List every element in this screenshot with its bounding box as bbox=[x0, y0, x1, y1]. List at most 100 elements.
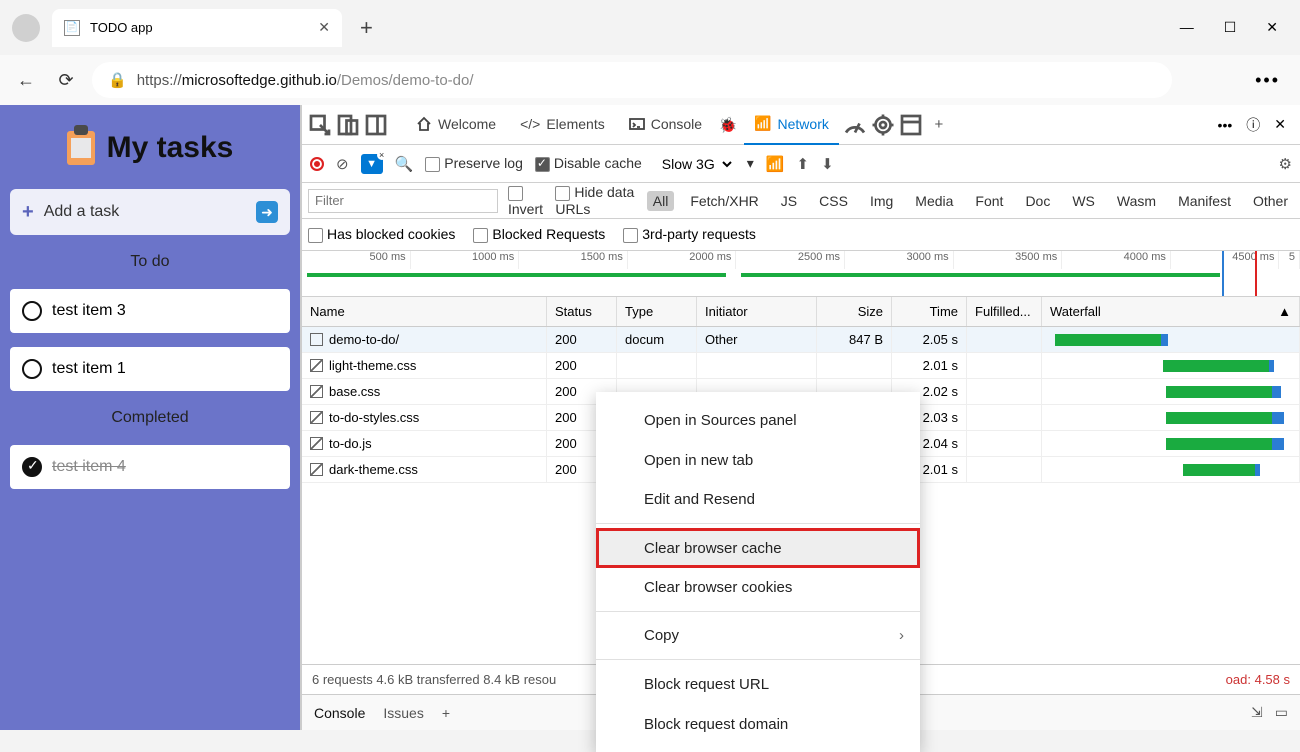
third-party-checkbox[interactable]: 3rd-party requests bbox=[623, 226, 756, 243]
drawer-add-tab-icon[interactable]: + bbox=[442, 705, 450, 721]
disable-cache-checkbox[interactable]: Disable cache bbox=[535, 155, 642, 172]
filter-type[interactable]: CSS bbox=[813, 191, 854, 211]
task-item[interactable]: test item 1 bbox=[10, 347, 290, 391]
task-checkbox-icon[interactable] bbox=[22, 359, 42, 379]
throttle-dropdown-icon[interactable]: ▾ bbox=[747, 155, 754, 172]
drawer-dock-icon[interactable]: ⇲ bbox=[1251, 704, 1263, 721]
add-task-input[interactable]: + Add a task ➜ bbox=[10, 189, 290, 235]
import-har-icon[interactable]: ⬆ bbox=[797, 155, 810, 173]
drawer-expand-icon[interactable]: ▭ bbox=[1275, 704, 1288, 721]
filter-type[interactable]: Img bbox=[864, 191, 899, 211]
network-request-row[interactable]: demo-to-do/200documOther847 B2.05 s bbox=[302, 327, 1300, 353]
filter-type[interactable]: Font bbox=[969, 191, 1009, 211]
context-menu-item[interactable]: Open in Sources panel bbox=[596, 400, 920, 440]
filter-type[interactable]: Doc bbox=[1019, 191, 1056, 211]
col-status[interactable]: Status bbox=[547, 297, 617, 326]
help-icon[interactable]: ⓘ bbox=[1246, 115, 1260, 135]
network-toolbar: ⊘ ▼ 🔍 Preserve log Disable cache Slow 3G… bbox=[302, 145, 1300, 183]
context-menu-item[interactable]: Open in new tab bbox=[596, 440, 920, 480]
application-icon[interactable] bbox=[899, 113, 923, 137]
todo-app-panel: My tasks + Add a task ➜ To do test item … bbox=[0, 105, 300, 730]
lock-icon: 🔒 bbox=[108, 71, 127, 89]
context-menu-item[interactable]: Clear browser cache bbox=[596, 528, 920, 568]
filter-type[interactable]: Other bbox=[1247, 191, 1294, 211]
address-bar[interactable]: 🔒 https://microsoftedge.github.io/Demos/… bbox=[92, 62, 1172, 98]
preserve-log-checkbox[interactable]: Preserve log bbox=[425, 155, 523, 172]
col-initiator[interactable]: Initiator bbox=[697, 297, 817, 326]
page-favicon-icon: 📄 bbox=[64, 20, 80, 36]
filter-type-all[interactable]: All bbox=[647, 191, 675, 211]
more-options-icon[interactable]: ••• bbox=[1218, 117, 1233, 133]
network-timeline-overview[interactable]: 500 ms 1000 ms 1500 ms 2000 ms 2500 ms 3… bbox=[302, 251, 1300, 297]
browser-tab[interactable]: 📄 TODO app ✕ bbox=[52, 9, 342, 47]
col-size[interactable]: Size bbox=[817, 297, 892, 326]
drawer-tab-console[interactable]: Console bbox=[314, 705, 365, 721]
record-button[interactable] bbox=[310, 157, 324, 171]
network-request-row[interactable]: light-theme.css2002.01 s bbox=[302, 353, 1300, 379]
request-status: 200 bbox=[547, 327, 617, 352]
col-type[interactable]: Type bbox=[617, 297, 697, 326]
bug-icon[interactable]: 🐞 bbox=[716, 113, 740, 137]
network-conditions-icon[interactable]: 📶 bbox=[766, 155, 785, 173]
refresh-button[interactable]: ⟳ bbox=[52, 70, 80, 91]
hide-data-urls-checkbox[interactable]: Hide data URLs bbox=[555, 184, 636, 217]
task-checkbox-done-icon[interactable] bbox=[22, 457, 42, 477]
tab-console[interactable]: Console bbox=[619, 105, 712, 145]
context-menu-item[interactable]: Block request domain bbox=[596, 704, 920, 744]
clear-log-icon[interactable]: ⊘ bbox=[336, 155, 349, 173]
tab-network[interactable]: 📶Network bbox=[744, 105, 839, 145]
filter-input[interactable] bbox=[308, 189, 498, 213]
performance-icon[interactable] bbox=[843, 113, 867, 137]
more-tabs-icon[interactable]: + bbox=[927, 113, 951, 137]
col-fulfilled[interactable]: Fulfilled... bbox=[967, 297, 1042, 326]
network-options-bar: Has blocked cookies Blocked Requests 3rd… bbox=[302, 219, 1300, 251]
back-button[interactable]: ← bbox=[12, 70, 40, 91]
task-text: test item 3 bbox=[52, 302, 126, 320]
waterfall-cell bbox=[1042, 353, 1300, 378]
col-name[interactable]: Name bbox=[302, 297, 547, 326]
request-name: demo-to-do/ bbox=[329, 332, 399, 347]
close-devtools-icon[interactable]: ✕ bbox=[1274, 116, 1286, 133]
blocked-requests-checkbox[interactable]: Blocked Requests bbox=[473, 226, 605, 243]
context-menu-item[interactable]: Block request URL bbox=[596, 664, 920, 704]
filter-type[interactable]: Fetch/XHR bbox=[684, 191, 764, 211]
task-item-completed[interactable]: test item 4 bbox=[10, 445, 290, 489]
invert-checkbox[interactable]: Invert bbox=[508, 184, 545, 217]
tab-elements[interactable]: </>Elements bbox=[510, 105, 615, 145]
todo-section-label: To do bbox=[10, 249, 290, 275]
task-checkbox-icon[interactable] bbox=[22, 301, 42, 321]
drawer-tab-issues[interactable]: Issues bbox=[383, 705, 423, 721]
window-controls: — ☐ ✕ bbox=[1180, 19, 1292, 36]
filter-type[interactable]: Wasm bbox=[1111, 191, 1162, 211]
submit-arrow-icon[interactable]: ➜ bbox=[256, 201, 278, 223]
context-menu-item[interactable]: Copy› bbox=[596, 616, 920, 660]
close-tab-icon[interactable]: ✕ bbox=[318, 19, 330, 36]
filter-type[interactable]: Manifest bbox=[1172, 191, 1237, 211]
context-menu-item[interactable]: Edit and Resend bbox=[596, 480, 920, 524]
filter-type[interactable]: WS bbox=[1066, 191, 1101, 211]
close-window-icon[interactable]: ✕ bbox=[1266, 19, 1278, 36]
col-waterfall[interactable]: Waterfall▲ bbox=[1042, 297, 1300, 326]
col-time[interactable]: Time bbox=[892, 297, 967, 326]
filter-toggle-icon[interactable]: ▼ bbox=[361, 154, 383, 174]
export-har-icon[interactable]: ⬇ bbox=[821, 155, 834, 173]
dock-side-icon[interactable] bbox=[364, 113, 388, 137]
device-emulation-icon[interactable] bbox=[336, 113, 360, 137]
filter-type[interactable]: JS bbox=[775, 191, 803, 211]
filter-type[interactable]: Media bbox=[909, 191, 959, 211]
tab-welcome[interactable]: Welcome bbox=[406, 105, 506, 145]
blocked-cookies-checkbox[interactable]: Has blocked cookies bbox=[308, 226, 455, 243]
maximize-icon[interactable]: ☐ bbox=[1224, 19, 1237, 36]
context-menu-item[interactable]: Clear browser cookies bbox=[596, 568, 920, 612]
minimize-icon[interactable]: — bbox=[1180, 19, 1194, 36]
new-tab-button[interactable]: + bbox=[360, 15, 373, 41]
task-item[interactable]: test item 3 bbox=[10, 289, 290, 333]
inspect-element-icon[interactable] bbox=[308, 113, 332, 137]
browser-menu-button[interactable]: ••• bbox=[1247, 70, 1288, 91]
search-icon[interactable]: 🔍 bbox=[395, 155, 414, 173]
throttling-select[interactable]: Slow 3G bbox=[654, 153, 735, 175]
memory-icon[interactable] bbox=[871, 113, 895, 137]
waterfall-cell bbox=[1042, 327, 1300, 352]
network-settings-icon[interactable]: ⚙ bbox=[1279, 155, 1292, 173]
profile-avatar[interactable] bbox=[12, 14, 40, 42]
